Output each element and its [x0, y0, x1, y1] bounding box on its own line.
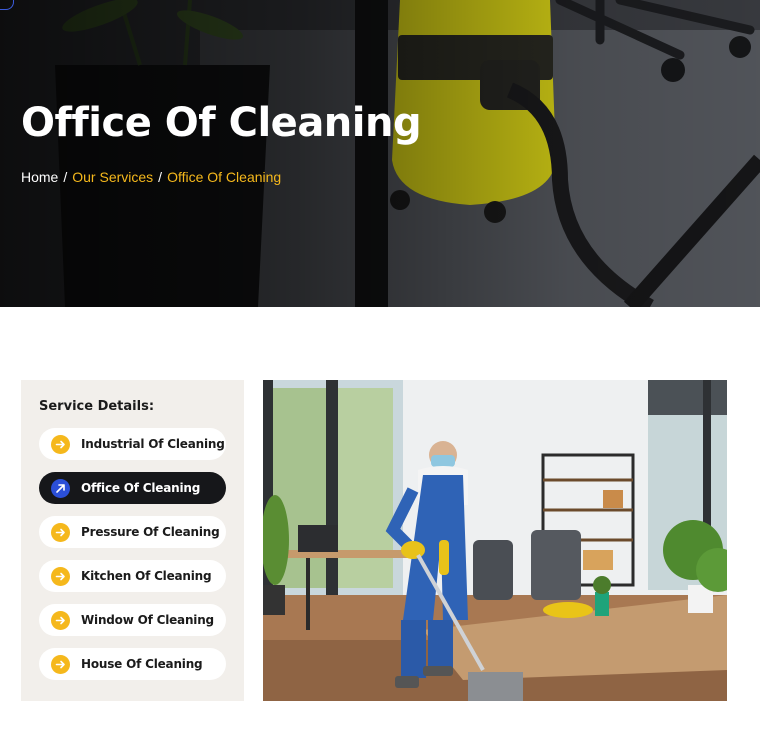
arrow-right-icon — [51, 434, 70, 454]
page-hero: Office Of Cleaning Home / Our Services / Off… — [0, 0, 760, 307]
breadcrumb-home-link[interactable]: Home — [21, 169, 58, 185]
arrow-right-icon — [51, 478, 70, 498]
service-item-office[interactable]: Office Of Cleaning — [39, 472, 226, 504]
breadcrumb-current: Office Of Cleaning — [167, 169, 282, 185]
service-item-house[interactable]: House Of Cleaning — [39, 648, 226, 680]
service-item-pressure[interactable]: Pressure Of Cleaning — [39, 516, 226, 548]
breadcrumb-separator: / — [158, 169, 163, 185]
sidebar-title: Service Details: — [39, 399, 155, 414]
office-cleaning-image — [263, 380, 727, 701]
service-item-label: Kitchen Of Cleaning — [81, 569, 212, 583]
hero-overlay — [0, 0, 760, 307]
service-item-label: Window Of Cleaning — [81, 613, 214, 627]
service-item-label: Pressure Of Cleaning — [81, 525, 220, 539]
arrow-right-icon — [51, 654, 70, 674]
service-item-window[interactable]: Window Of Cleaning — [39, 604, 226, 636]
service-item-label: Office Of Cleaning — [81, 481, 201, 495]
arrow-right-icon — [51, 610, 70, 630]
service-item-industrial[interactable]: Industrial Of Cleaning — [39, 428, 226, 460]
service-item-label: Industrial Of Cleaning — [81, 437, 225, 451]
breadcrumb: Home / Our Services / Office Of Cleaning — [21, 169, 281, 185]
page-title: Office Of Cleaning — [21, 100, 422, 146]
service-item-label: House Of Cleaning — [81, 657, 203, 671]
breadcrumb-separator: / — [63, 169, 68, 185]
service-photo — [263, 380, 727, 701]
arrow-right-icon — [51, 566, 70, 586]
arrow-right-icon — [51, 522, 70, 542]
service-details-sidebar: Service Details: Industrial Of Cleaning … — [21, 380, 244, 701]
breadcrumb-services-link[interactable]: Our Services — [72, 169, 153, 185]
service-item-kitchen[interactable]: Kitchen Of Cleaning — [39, 560, 226, 592]
